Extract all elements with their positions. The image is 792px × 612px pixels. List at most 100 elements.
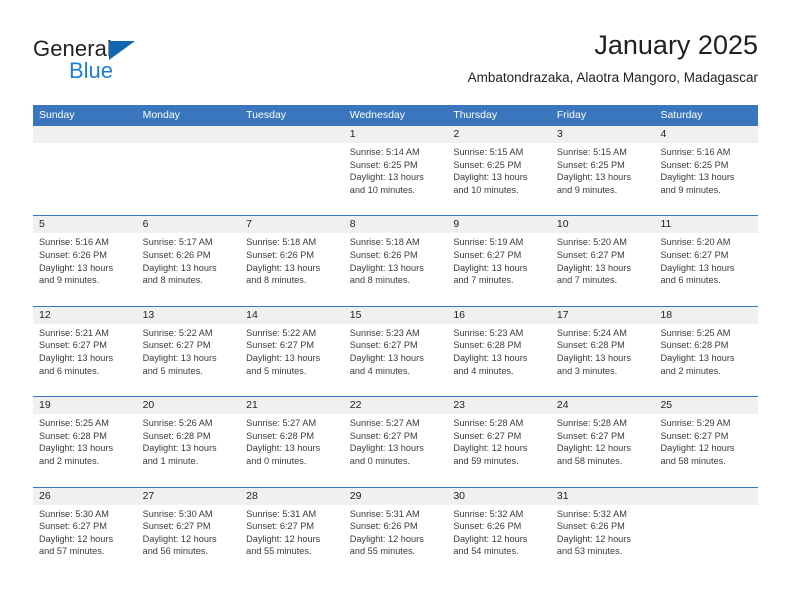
calendar-page: General Blue January 2025 Ambatondrazaka… (0, 0, 792, 612)
day-cell[interactable]: 8 Sunrise: 5:18 AM Sunset: 6:26 PM Dayli… (344, 216, 448, 305)
daylight-line-1: Daylight: 13 hours (246, 443, 321, 454)
day-cell[interactable]: 5 Sunrise: 5:16 AM Sunset: 6:26 PM Dayli… (33, 216, 137, 305)
weekday-header-friday: Friday (556, 109, 587, 121)
day-cell[interactable]: 23 Sunrise: 5:28 AM Sunset: 6:27 PM Dayl… (447, 397, 551, 486)
week-days: 5 Sunrise: 5:16 AM Sunset: 6:26 PM Dayli… (33, 216, 758, 305)
day-cell[interactable]: 27 Sunrise: 5:30 AM Sunset: 6:27 PM Dayl… (137, 488, 241, 577)
day-cell[interactable]: 28 Sunrise: 5:31 AM Sunset: 6:27 PM Dayl… (240, 488, 344, 577)
day-cell[interactable]: 26 Sunrise: 5:30 AM Sunset: 6:27 PM Dayl… (33, 488, 137, 577)
daylight-line-2: and 54 minutes. (453, 546, 519, 557)
daylight-line-2: and 58 minutes. (556, 455, 623, 466)
day-cell[interactable]: 21 Sunrise: 5:27 AM Sunset: 6:28 PM Dayl… (240, 397, 344, 486)
day-number (39, 126, 135, 143)
daylight-line-2: and 59 minutes. (453, 455, 519, 466)
daylight-line-2: and 57 minutes. (39, 546, 105, 557)
day-cell[interactable]: 25 Sunrise: 5:29 AM Sunset: 6:27 PM Dayl… (654, 397, 758, 486)
sunrise-line: Sunrise: 5:20 AM (556, 237, 627, 248)
sunset-line: Sunset: 6:25 PM (349, 159, 418, 170)
sunset-line: Sunset: 6:26 PM (246, 249, 315, 260)
page-title: January 2025 (594, 30, 758, 60)
daylight-line-1: Daylight: 13 hours (39, 352, 114, 363)
day-cell[interactable]: 10 Sunrise: 5:20 AM Sunset: 6:27 PM Dayl… (551, 216, 655, 305)
day-cell[interactable]: 13 Sunrise: 5:22 AM Sunset: 6:27 PM Dayl… (137, 307, 241, 396)
day-details: Sunrise: 5:30 AM Sunset: 6:27 PM Dayligh… (39, 508, 135, 558)
page-header: General Blue January 2025 Ambatondrazaka… (33, 28, 758, 100)
generalblue-logo[interactable]: General Blue (33, 36, 293, 92)
day-cell[interactable]: 16 Sunrise: 5:23 AM Sunset: 6:28 PM Dayl… (447, 307, 551, 396)
daylight-line-2: and 58 minutes. (660, 455, 726, 466)
day-details: Sunrise: 5:22 AM Sunset: 6:27 PM Dayligh… (143, 327, 239, 377)
day-cell[interactable]: 4 Sunrise: 5:16 AM Sunset: 6:25 PM Dayli… (654, 126, 758, 215)
day-number: 24 (556, 399, 569, 412)
sunset-line: Sunset: 6:25 PM (556, 159, 625, 170)
day-cell[interactable] (33, 126, 137, 215)
day-number: 1 (349, 128, 356, 140)
day-number (143, 126, 239, 143)
daylight-line-1: Daylight: 13 hours (39, 443, 114, 454)
sunset-line: Sunset: 6:26 PM (349, 249, 418, 260)
sunrise-line: Sunrise: 5:15 AM (556, 147, 627, 157)
day-cell[interactable]: 2 Sunrise: 5:15 AM Sunset: 6:25 PM Dayli… (447, 126, 551, 215)
sunrise-line: Sunrise: 5:25 AM (39, 418, 109, 429)
day-number: 16 (453, 308, 465, 321)
day-cell[interactable]: 11 Sunrise: 5:20 AM Sunset: 6:27 PM Dayl… (654, 216, 758, 305)
day-cell[interactable] (240, 126, 344, 215)
day-details: Sunrise: 5:14 AM Sunset: 6:25 PM Dayligh… (350, 146, 446, 196)
day-cell[interactable]: 30 Sunrise: 5:32 AM Sunset: 6:26 PM Dayl… (447, 488, 551, 577)
day-cell[interactable]: 29 Sunrise: 5:31 AM Sunset: 6:26 PM Dayl… (344, 488, 448, 577)
daylight-line-2: and 1 minute. (142, 455, 199, 466)
daylight-line-2: and 3 minutes. (556, 365, 618, 376)
daylight-line-2: and 8 minutes. (246, 275, 307, 286)
day-number: 25 (660, 399, 673, 412)
day-details: Sunrise: 5:23 AM Sunset: 6:27 PM Dayligh… (350, 327, 446, 377)
daylight-line-1: Daylight: 13 hours (246, 262, 321, 273)
day-cell[interactable]: 14 Sunrise: 5:22 AM Sunset: 6:27 PM Dayl… (240, 307, 344, 396)
day-cell[interactable]: 6 Sunrise: 5:17 AM Sunset: 6:26 PM Dayli… (137, 216, 241, 305)
day-number: 21 (246, 399, 258, 412)
week-row: 1 Sunrise: 5:14 AM Sunset: 6:25 PM Dayli… (33, 125, 758, 215)
sunrise-line: Sunrise: 5:30 AM (142, 508, 213, 519)
week-days: 12 Sunrise: 5:21 AM Sunset: 6:27 PM Dayl… (33, 307, 758, 396)
sunset-line: Sunset: 6:26 PM (142, 249, 211, 260)
day-cell[interactable]: 3 Sunrise: 5:15 AM Sunset: 6:25 PM Dayli… (551, 126, 655, 215)
day-cell[interactable]: 15 Sunrise: 5:23 AM Sunset: 6:27 PM Dayl… (344, 307, 448, 396)
day-cell[interactable]: 1 Sunrise: 5:14 AM Sunset: 6:25 PM Dayli… (344, 126, 448, 215)
day-details: Sunrise: 5:15 AM Sunset: 6:25 PM Dayligh… (557, 146, 653, 196)
sunset-line: Sunset: 6:28 PM (453, 340, 522, 351)
day-cell[interactable] (137, 126, 241, 215)
day-cell[interactable]: 20 Sunrise: 5:26 AM Sunset: 6:28 PM Dayl… (137, 397, 241, 486)
day-cell[interactable]: 24 Sunrise: 5:28 AM Sunset: 6:27 PM Dayl… (551, 397, 655, 486)
sunset-line: Sunset: 6:26 PM (39, 249, 107, 260)
day-number: 14 (246, 308, 258, 321)
day-cell[interactable]: 18 Sunrise: 5:25 AM Sunset: 6:28 PM Dayl… (654, 307, 758, 396)
day-cell[interactable]: 9 Sunrise: 5:19 AM Sunset: 6:27 PM Dayli… (447, 216, 551, 305)
day-details: Sunrise: 5:25 AM Sunset: 6:28 PM Dayligh… (39, 417, 135, 467)
day-cell[interactable]: 7 Sunrise: 5:18 AM Sunset: 6:26 PM Dayli… (240, 216, 344, 305)
weekday-header-sunday: Sunday (39, 109, 75, 121)
day-cell[interactable]: 12 Sunrise: 5:21 AM Sunset: 6:27 PM Dayl… (33, 307, 137, 396)
daylight-line-2: and 2 minutes. (39, 455, 100, 466)
sunset-line: Sunset: 6:26 PM (349, 521, 418, 532)
sunset-line: Sunset: 6:26 PM (556, 521, 625, 532)
day-details: Sunrise: 5:32 AM Sunset: 6:26 PM Dayligh… (557, 508, 653, 558)
sunrise-line: Sunrise: 5:27 AM (349, 418, 420, 429)
sunset-line: Sunset: 6:28 PM (556, 340, 625, 351)
day-details: Sunrise: 5:26 AM Sunset: 6:28 PM Dayligh… (143, 417, 239, 467)
day-cell[interactable] (654, 488, 758, 577)
sunrise-line: Sunrise: 5:23 AM (349, 327, 420, 338)
day-number: 13 (142, 308, 155, 321)
daylight-line-2: and 0 minutes. (246, 455, 307, 466)
day-details: Sunrise: 5:15 AM Sunset: 6:25 PM Dayligh… (453, 146, 549, 196)
day-number: 29 (349, 489, 362, 502)
day-cell[interactable]: 19 Sunrise: 5:25 AM Sunset: 6:28 PM Dayl… (33, 397, 137, 486)
sunrise-line: Sunrise: 5:32 AM (453, 508, 524, 519)
day-number: 11 (660, 218, 672, 231)
day-cell[interactable]: 22 Sunrise: 5:27 AM Sunset: 6:27 PM Dayl… (344, 397, 448, 486)
day-cell[interactable]: 31 Sunrise: 5:32 AM Sunset: 6:26 PM Dayl… (551, 488, 655, 577)
sunrise-line: Sunrise: 5:31 AM (246, 508, 317, 519)
daylight-line-2: and 4 minutes. (349, 365, 411, 376)
day-cell[interactable]: 17 Sunrise: 5:24 AM Sunset: 6:28 PM Dayl… (551, 307, 655, 396)
day-number: 23 (453, 399, 465, 412)
daylight-line-1: Daylight: 13 hours (453, 352, 528, 363)
day-number: 17 (556, 308, 569, 321)
